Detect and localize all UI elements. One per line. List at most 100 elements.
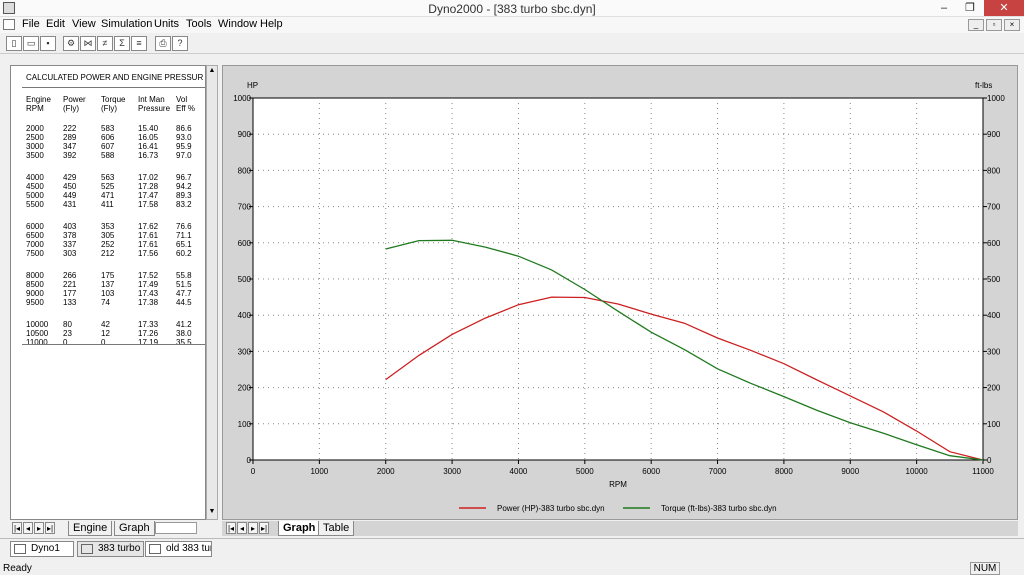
camshaft-icon[interactable]: ≡ [131, 36, 147, 51]
table-cell: 17.33 [138, 320, 159, 329]
scroll-down-icon[interactable]: ▼ [208, 508, 216, 518]
table-cell: 266 [63, 271, 77, 280]
menu-simulation[interactable]: Simulation [101, 18, 152, 30]
table-cell: 65.1 [176, 240, 192, 249]
menu-window[interactable]: Window [218, 18, 257, 30]
table-cell: 9500 [26, 298, 44, 307]
table-cell: 429 [63, 173, 77, 182]
menu-view[interactable]: View [72, 18, 96, 30]
table-cell: 2500 [26, 133, 44, 142]
y-tick-label-left: 1000 [233, 94, 251, 103]
print-icon[interactable]: ⎙ [155, 36, 171, 51]
status-text: Ready [3, 563, 32, 574]
table-cell: 378 [63, 231, 77, 240]
table-cell: 47.7 [176, 289, 192, 298]
vertical-scrollbar[interactable]: ▲ ▼ [206, 65, 218, 520]
minimize-button[interactable]: – [930, 0, 958, 16]
table-cell: 7500 [26, 249, 44, 258]
prev-tab-icon[interactable]: ◂ [23, 522, 33, 534]
table-cell: 133 [63, 298, 77, 307]
next-tab-icon[interactable]: ▸ [34, 522, 44, 534]
column-header: (Fly) [101, 104, 117, 113]
table-cell: 175 [101, 271, 115, 280]
table-divider [22, 87, 205, 88]
tab-table[interactable]: Table [318, 521, 355, 536]
prev-tab-icon[interactable]: ◂ [237, 522, 247, 534]
y-axis-label-left: HP [247, 81, 258, 90]
right-tab-strip: |◂ ◂ ▸ ▸| Graph Table [222, 521, 1018, 536]
window-tab-old-383[interactable]: old 383 turb... [145, 541, 212, 557]
results-heading: CALCULATED POWER AND ENGINE PRESSUR [26, 73, 204, 82]
table-cell: 41.2 [176, 320, 192, 329]
table-cell: 89.3 [176, 191, 192, 200]
exhaust-icon[interactable]: Ʃ [114, 36, 130, 51]
table-cell: 11000 [26, 338, 48, 347]
table-cell: 252 [101, 240, 115, 249]
y-tick-label-right: 800 [987, 166, 1001, 175]
cylinder-head-icon[interactable]: ⋈ [80, 36, 96, 51]
engine-icon[interactable]: ⚙ [63, 36, 79, 51]
tab-graph-left[interactable]: Graph [114, 521, 155, 536]
results-pane: CALCULATED POWER AND ENGINE PRESSUR Engi… [10, 65, 206, 520]
y-tick-label-right: 100 [987, 420, 1001, 429]
save-disk-icon[interactable]: ▪ [40, 36, 56, 51]
close-button[interactable]: ✕ [984, 0, 1024, 16]
table-cell: 606 [101, 133, 115, 142]
toolbar [0, 34, 1024, 54]
first-tab-icon[interactable]: |◂ [226, 522, 236, 534]
table-cell: 10500 [26, 329, 49, 338]
table-cell: 337 [63, 240, 77, 249]
column-header: Engine [26, 95, 51, 104]
window-tab-383-turbo[interactable]: 383 turbo sb... [77, 541, 144, 557]
table-cell: 80 [63, 320, 72, 329]
x-axis-label: RPM [609, 480, 627, 489]
table-cell: 16.41 [138, 142, 159, 151]
next-tab-icon[interactable]: ▸ [248, 522, 258, 534]
tab-engine[interactable]: Engine [68, 521, 113, 536]
mdi-close-button[interactable]: × [1004, 19, 1020, 31]
mdi-minimize-button[interactable]: _ [968, 19, 984, 31]
menu-units[interactable]: Units [154, 18, 179, 30]
table-cell: 411 [101, 200, 114, 209]
table-cell: 17.02 [138, 173, 159, 182]
table-cell: 17.49 [138, 280, 159, 289]
x-tick-label: 7000 [709, 467, 727, 476]
window-tab-dyno1[interactable]: Dyno1 [10, 541, 74, 557]
table-divider [22, 344, 205, 345]
last-tab-icon[interactable]: ▸| [259, 522, 269, 534]
column-header: Int Man [138, 95, 165, 104]
menu-tools[interactable]: Tools [186, 18, 212, 30]
menu-edit[interactable]: Edit [46, 18, 65, 30]
first-tab-icon[interactable]: |◂ [12, 522, 22, 534]
table-cell: 4000 [26, 173, 44, 182]
y-tick-label-right: 200 [987, 384, 1001, 393]
horizontal-scrollbar[interactable] [155, 522, 197, 534]
table-cell: 38.0 [176, 329, 192, 338]
title-bar: Dyno2000 - [383 turbo sbc.dyn] – ❐ ✕ [0, 0, 1024, 17]
x-tick-label: 4000 [510, 467, 528, 476]
table-cell: 95.9 [176, 142, 192, 151]
table-cell: 9000 [26, 289, 44, 298]
maximize-button[interactable]: ❐ [956, 0, 984, 16]
scroll-up-icon[interactable]: ▲ [208, 67, 216, 77]
table-cell: 3500 [26, 151, 44, 160]
tab-graph[interactable]: Graph [278, 521, 321, 536]
menu-file[interactable]: File [22, 18, 40, 30]
intake-icon[interactable]: ≠ [97, 36, 113, 51]
new-file-icon[interactable]: ▯ [6, 36, 22, 51]
table-cell: 74 [101, 298, 110, 307]
menu-help[interactable]: Help [260, 18, 283, 30]
left-tab-strip: |◂ ◂ ▸ ▸| Engine Graph [10, 521, 206, 536]
mdi-restore-button[interactable]: ▫ [986, 19, 1002, 31]
table-cell: 8500 [26, 280, 44, 289]
help-icon[interactable]: ? [172, 36, 188, 51]
table-cell: 86.6 [176, 124, 192, 133]
y-tick-label-left: 200 [238, 384, 252, 393]
x-tick-label: 1000 [310, 467, 328, 476]
document-icon[interactable] [3, 19, 15, 30]
last-tab-icon[interactable]: ▸| [45, 522, 55, 534]
table-cell: 42 [101, 320, 110, 329]
table-cell: 6500 [26, 231, 44, 240]
open-folder-icon[interactable]: ▭ [23, 36, 39, 51]
column-header: Eff % [176, 104, 195, 113]
